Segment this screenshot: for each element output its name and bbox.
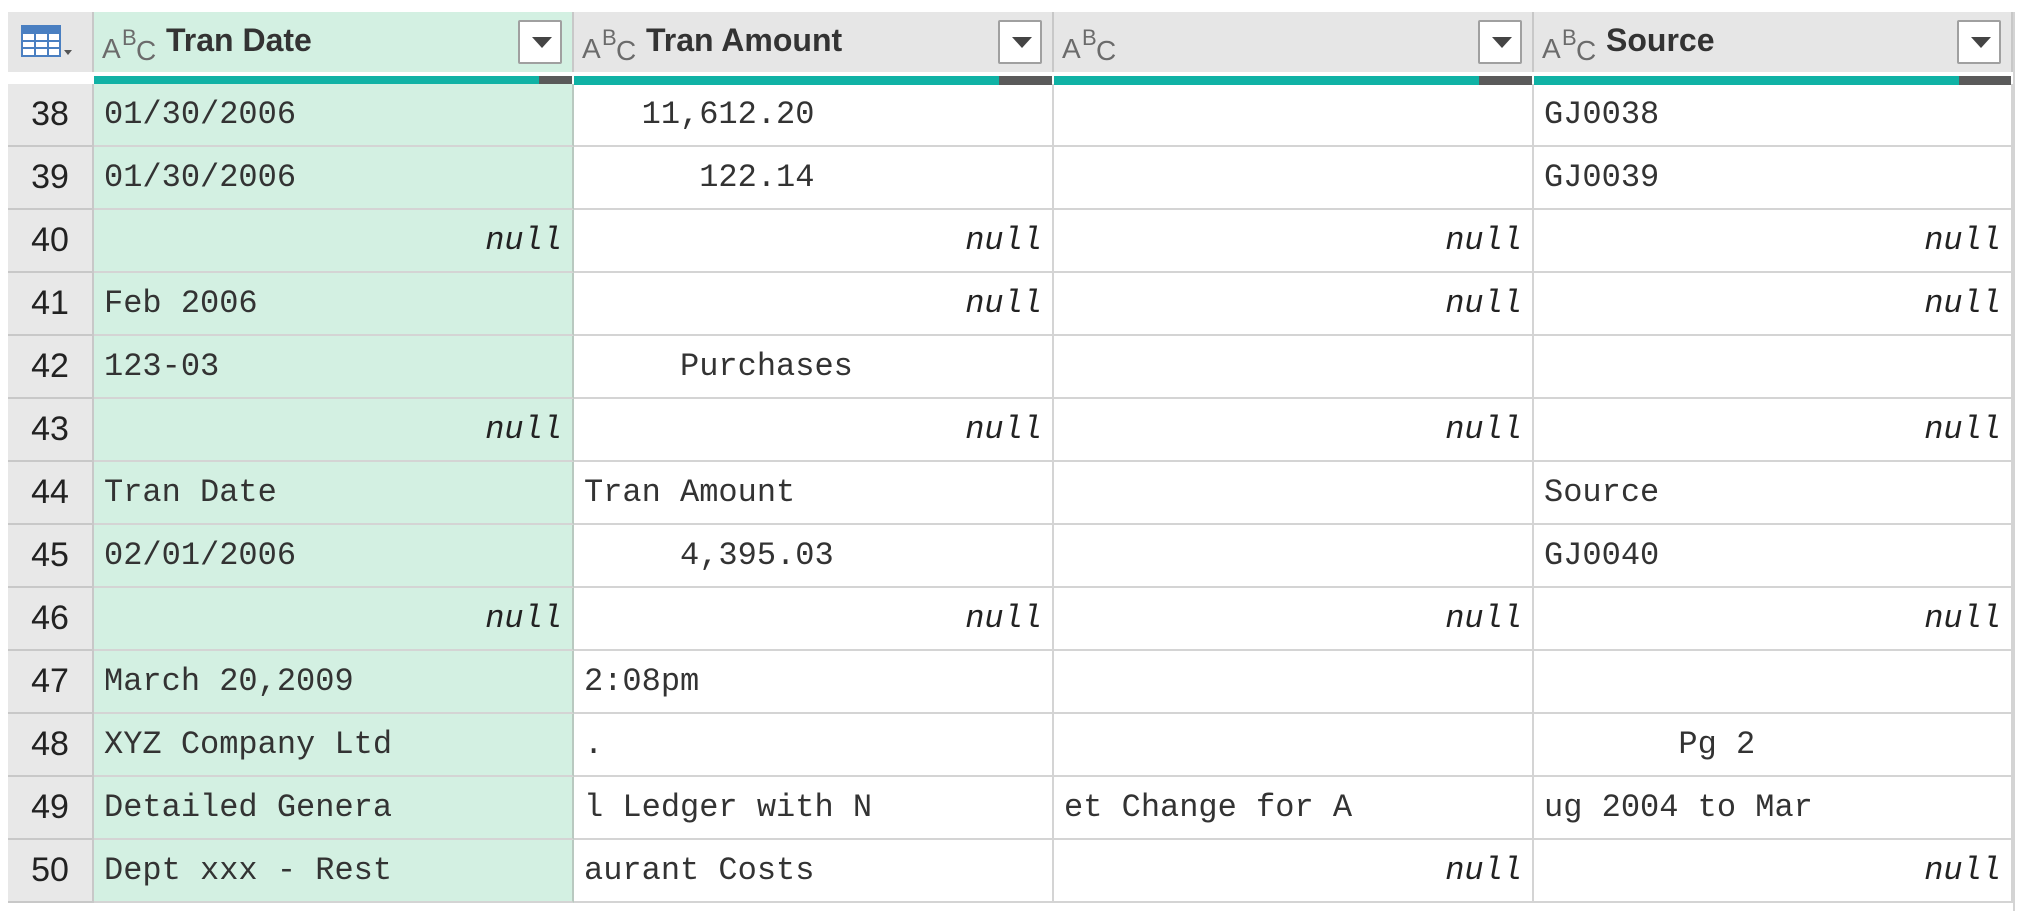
table-cell[interactable]: 4,395.03 [574,525,1054,588]
table-cell[interactable]: 01/30/2006 [94,84,574,147]
table-cell[interactable]: null [574,210,1054,273]
abc-text-icon[interactable]: ABC [102,25,158,66]
grid-right-edge [2013,12,2024,911]
row-number[interactable]: 43 [8,399,94,462]
table-cell[interactable]: GJ0038 [1534,84,2013,147]
table-cell[interactable]: 02/01/2006 [94,525,574,588]
table-cell[interactable]: null [1054,273,1534,336]
table-cell[interactable]: null [1534,210,2013,273]
row-number[interactable]: 48 [8,714,94,777]
table-cell[interactable] [1054,147,1534,210]
table-cell[interactable]: Source [1534,462,2013,525]
table-cell[interactable]: et Change for A [1054,777,1534,840]
column-header-label: Tran Date [166,22,312,58]
table-cell[interactable]: null [94,588,574,651]
table-cell[interactable]: null [574,273,1054,336]
filter-dropdown-button[interactable] [518,20,562,64]
column-header-label: Source [1606,22,1715,58]
column-header-tran-date[interactable]: A B C Tran Date [94,12,574,72]
chevron-down-icon [532,37,552,48]
table-cell[interactable] [1054,462,1534,525]
table-cell[interactable]: null [1054,588,1534,651]
filter-dropdown-button[interactable] [1478,20,1522,64]
row-number[interactable]: 46 [8,588,94,651]
row-number[interactable]: 47 [8,651,94,714]
chevron-down-icon [1492,37,1512,48]
table-cell[interactable]: March 20,2009 [94,651,574,714]
table-cell[interactable] [1054,525,1534,588]
row-number[interactable]: 38 [8,84,94,147]
table-cell[interactable]: ug 2004 to Mar [1534,777,2013,840]
table-cell[interactable]: 01/30/2006 [94,147,574,210]
filter-dropdown-button[interactable] [998,20,1042,64]
table-cell[interactable]: null [94,210,574,273]
table-cell[interactable]: null [1534,588,2013,651]
chevron-down-icon [1012,37,1032,48]
table-cell[interactable]: null [574,399,1054,462]
table-cell[interactable]: null [1534,399,2013,462]
table-cell[interactable]: null [1054,840,1534,903]
row-number[interactable]: 40 [8,210,94,273]
table-cell[interactable]: Tran Amount [574,462,1054,525]
table-cell[interactable]: Feb 2006 [94,273,574,336]
table-cell[interactable]: 11,612.20 [574,84,1054,147]
table-cell[interactable]: null [1054,399,1534,462]
table-cell[interactable]: aurant Costs [574,840,1054,903]
table-cell[interactable]: null [1534,273,2013,336]
table-cell[interactable]: l Ledger with N [574,777,1054,840]
table-cell[interactable]: 122.14 [574,147,1054,210]
table-cell[interactable]: Detailed Genera [94,777,574,840]
table-cell[interactable]: 2:08pm [574,651,1054,714]
table-cell[interactable]: Tran Date [94,462,574,525]
table-icon [21,25,72,57]
table-cell[interactable] [1054,651,1534,714]
table-cell[interactable]: . [574,714,1054,777]
column-header-label: Tran Amount [646,22,843,58]
row-number[interactable]: 50 [8,840,94,903]
row-number[interactable]: 45 [8,525,94,588]
table-cell[interactable]: null [94,399,574,462]
table-cell[interactable]: GJ0039 [1534,147,2013,210]
table-cell[interactable]: Dept xxx - Rest [94,840,574,903]
table-cell[interactable]: null [574,588,1054,651]
column-header-tran-amount[interactable]: A B C Tran Amount [574,12,1054,72]
table-cell[interactable]: null [1534,840,2013,903]
row-number[interactable]: 44 [8,462,94,525]
table-cell[interactable] [1054,336,1534,399]
table-cell[interactable] [1054,714,1534,777]
table-cell[interactable]: GJ0040 [1534,525,2013,588]
table-cell[interactable] [1534,651,2013,714]
row-number[interactable]: 49 [8,777,94,840]
abc-text-icon[interactable]: ABC [582,25,638,66]
column-header-unnamed[interactable]: ABC [1054,12,1534,72]
abc-text-icon[interactable]: ABC [1062,25,1118,66]
filter-dropdown-button[interactable] [1957,20,2001,64]
abc-text-icon[interactable]: ABC [1542,25,1598,66]
table-cell[interactable]: Purchases [574,336,1054,399]
table-cell[interactable]: 123-03 [94,336,574,399]
row-number[interactable]: 42 [8,336,94,399]
row-number[interactable]: 41 [8,273,94,336]
table-cell[interactable]: Pg 2 [1534,714,2013,777]
table-cell[interactable]: XYZ Company Ltd [94,714,574,777]
chevron-down-icon [1971,37,1991,48]
column-header-source[interactable]: A B C Source [1534,12,2013,72]
table-cell[interactable] [1054,84,1534,147]
row-number[interactable]: 39 [8,147,94,210]
table-menu-button[interactable] [8,12,94,72]
table-cell[interactable] [1534,336,2013,399]
table-cell[interactable]: null [1054,210,1534,273]
